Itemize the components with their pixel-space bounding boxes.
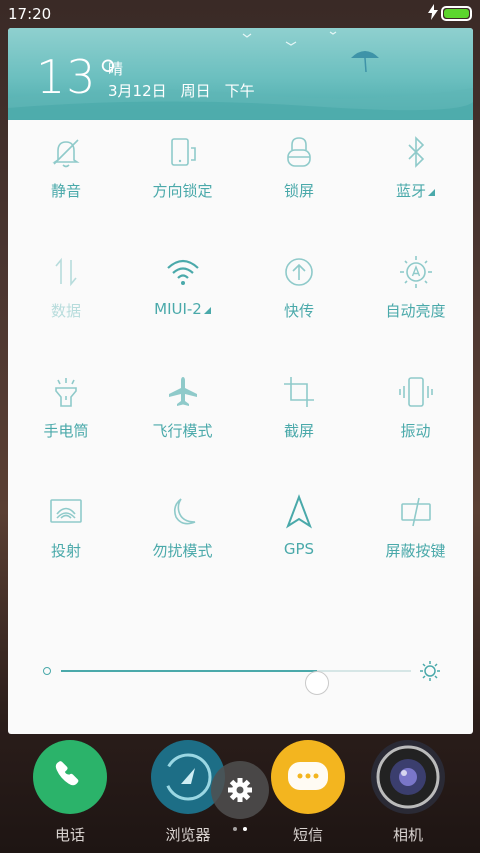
screenshot-crop-icon [284, 377, 314, 407]
phone-icon [55, 761, 79, 786]
toggle-label: GPS [283, 540, 315, 558]
toggle-auto-brightness[interactable]: 自动亮度 [358, 200, 474, 320]
brightness-track[interactable] [61, 670, 411, 695]
expand-triangle-icon [203, 307, 211, 314]
vibrate-icon [398, 377, 433, 407]
dock-app-label: 电话 [54, 826, 85, 844]
camera-icon [376, 745, 440, 809]
dock-app-phone[interactable]: 电话 [30, 740, 110, 845]
toggle-label: 屏蔽按键 [385, 542, 446, 560]
toggle-label: 自动亮度 [385, 302, 446, 320]
mobile-data-icon [55, 257, 77, 287]
toggle-label: 飞行模式 [152, 422, 213, 440]
toggle-mobile-data[interactable]: 数据 [8, 200, 124, 320]
toggle-label: 截屏 [283, 422, 314, 440]
weather-condition: 晴 [108, 60, 124, 78]
toggle-moon[interactable]: 勿扰模式 [125, 440, 241, 560]
status-bar: 17:20 [0, 0, 480, 27]
toggle-bell-off[interactable]: 静音 [8, 80, 124, 200]
expand-triangle-icon [428, 189, 435, 196]
toggle-label: 方向锁定 [152, 182, 213, 200]
toggle-label: 振动 [400, 422, 431, 440]
dock-app-label: 相机 [392, 826, 423, 844]
toggle-bluetooth[interactable]: 蓝牙 [358, 80, 474, 200]
toggle-label: 手电筒 [43, 422, 89, 440]
toggle-label: 蓝牙 [358, 180, 474, 201]
clock: 17:20 [8, 5, 52, 23]
toggle-flashlight[interactable]: 手电筒 [8, 320, 124, 440]
lightning-bolt-icon [428, 4, 438, 24]
brightness-low-icon [43, 667, 51, 675]
rotation-lock-icon [170, 138, 196, 166]
brightness-thumb[interactable] [304, 671, 329, 695]
block-keys-icon [400, 497, 431, 527]
dock-app-label: 浏览器 [165, 826, 211, 844]
toggle-quick-transfer[interactable]: 快传 [241, 200, 357, 320]
toggle-label: 锁屏 [283, 182, 314, 200]
wifi-icon [166, 259, 199, 285]
moon-icon [173, 498, 195, 525]
auto-brightness-icon [399, 256, 432, 288]
brightness-high-icon [420, 661, 440, 681]
toggle-vibrate[interactable]: 振动 [358, 320, 474, 440]
lock-icon [287, 137, 311, 167]
toggle-label: 快传 [283, 302, 314, 320]
gear-icon [228, 778, 252, 802]
dock-app-camera[interactable]: 相机 [368, 740, 448, 845]
toggle-airplane[interactable]: 飞行模式 [125, 320, 241, 440]
toggle-label: 投射 [50, 542, 81, 560]
bluetooth-icon [407, 136, 424, 168]
dock-app-message[interactable]: 短信 [268, 740, 348, 845]
dock-app-label: 短信 [292, 826, 323, 844]
toggle-rotation-lock[interactable]: 方向锁定 [125, 80, 241, 200]
cast-icon [50, 499, 82, 523]
flashlight-icon [55, 378, 77, 407]
message-icon [288, 762, 328, 790]
gps-arrow-icon [285, 494, 313, 529]
toggle-gps-arrow[interactable]: GPS [241, 440, 357, 558]
page-indicator [232, 827, 252, 833]
bell-off-icon [52, 139, 80, 168]
brightness-slider[interactable] [8, 658, 473, 695]
quick-transfer-icon [285, 258, 313, 286]
toggle-label: MIUI-2 [125, 300, 241, 318]
toggle-label: 数据 [50, 302, 81, 320]
toggle-block-keys[interactable]: 屏蔽按键 [358, 440, 474, 560]
brightness-fill [61, 670, 317, 672]
toggle-label: 勿扰模式 [152, 542, 213, 560]
settings-button[interactable] [211, 761, 269, 819]
toggle-wifi[interactable]: MIUI-2 [125, 200, 241, 318]
toggle-label: 静音 [50, 182, 81, 200]
airplane-icon [168, 377, 197, 406]
battery-icon [441, 6, 472, 21]
toggle-screenshot-crop[interactable]: 截屏 [241, 320, 357, 440]
toggle-cast[interactable]: 投射 [8, 440, 124, 560]
toggle-lock[interactable]: 锁屏 [241, 80, 357, 200]
quick-settings-panel: 13° 晴 3月12日 周日 下午 静音 方向锁定 锁屏 蓝牙 数据 MIUI-2 快传 自动亮度… [8, 28, 473, 734]
